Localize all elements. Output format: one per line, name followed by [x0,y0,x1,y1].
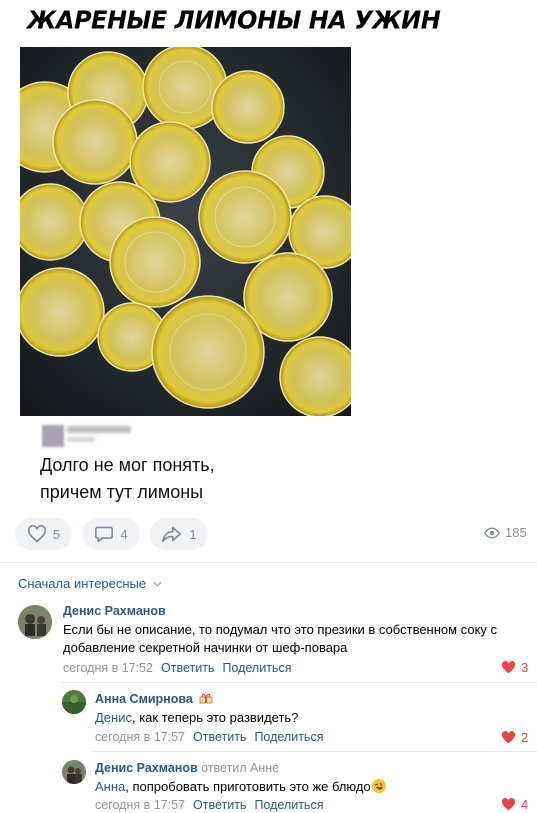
rofl-emoji-face [374,782,383,790]
comment-text: Анна, попробовать приготовить это же блю… [95,778,386,796]
comment-author[interactable]: Денис Рахманов [63,604,166,618]
lemon-slices-illustration [20,47,351,416]
comments-sort-label: Сначала интересные [18,576,147,591]
comments-sort-dropdown[interactable]: Сначала интересные [18,576,162,591]
caption-name-blurred [67,426,131,433]
caption-subtitle-blurred [67,437,95,442]
comment-mention[interactable]: Анна [95,779,125,794]
meme-caption-line-2: причем тут лимоны [40,482,204,502]
comment-button[interactable]: 4 [82,518,140,550]
comment-like-button[interactable]: 4 [501,797,528,812]
comment-text: Если бы не описание, то подумал что это … [63,622,498,655]
comment-meta: сегодня в 17:57 Ответить Поделиться [95,798,323,812]
comment-time[interactable]: сегодня в 17:52 [63,661,153,675]
comment-body: , как теперь это развидеть? [131,710,299,725]
share-link[interactable]: Поделиться [222,661,291,675]
comment-text: Денис, как теперь это развидеть? [95,709,298,727]
liked-heart-icon [501,661,516,674]
reply-link[interactable]: Ответить [161,661,214,675]
eye-icon [484,527,500,538]
comment-author-name: Денис Рахманов [95,761,198,775]
gift-icon [199,693,213,704]
share-count: 1 [189,526,197,542]
comment-avatar[interactable] [62,690,86,714]
comment-avatar[interactable] [18,605,52,639]
comment-author-name: Анна Смирнова [95,692,193,706]
liked-heart-icon [501,731,516,744]
comment-like-count: 4 [521,797,529,812]
comment-count: 4 [120,526,128,542]
avatar-photo [62,690,86,714]
comment-avatar[interactable] [62,760,86,784]
reply-link[interactable]: Ответить [193,798,246,812]
post-divider [0,562,537,563]
share-icon [162,526,182,543]
comment-meta: сегодня в 17:57 Ответить Поделиться [95,730,323,744]
meme-caption: Долго не мог понять, причем тут лимоны [40,452,215,506]
reply-link[interactable]: Ответить [193,730,246,744]
post-photo[interactable] [20,47,351,416]
comment-icon [95,526,114,543]
comment-author[interactable]: Анна Смирнова [95,692,213,706]
comment-mention[interactable]: Денис [95,710,132,725]
liked-heart-icon [501,798,516,811]
avatar-photo [62,760,86,784]
views-counter: 185 [484,525,527,540]
heart-icon [27,525,46,543]
like-button[interactable]: 5 [15,518,72,550]
comment-divider [61,682,537,683]
comment-like-button[interactable]: 2 [501,730,528,745]
share-link[interactable]: Поделиться [254,730,323,744]
comment-meta: сегодня в 17:52 Ответить Поделиться [63,661,291,675]
comment-like-count: 2 [521,730,529,745]
meme-title: ЖАРЕНЫЕ ЛИМОНЫ НА УЖИН [27,5,441,35]
emoji-icon [371,779,386,793]
share-link[interactable]: Поделиться [254,798,323,812]
chevron-down-icon [153,581,162,587]
avatar-photo [18,605,52,639]
views-count: 185 [505,525,527,540]
comment-divider [93,751,537,752]
comment-like-button[interactable]: 3 [501,660,528,675]
share-button[interactable]: 1 [150,518,208,550]
replied-to-label[interactable]: ответил Анне [201,761,279,775]
comment-time[interactable]: сегодня в 17:57 [95,730,185,744]
caption-avatar-blurred [42,425,64,447]
like-count: 5 [52,526,61,542]
comment-body: , попробовать приготовить это же блюдо [125,779,371,794]
comment-like-count: 3 [521,660,529,675]
comment-author[interactable]: Денис Рахманов ответил Анне [95,761,279,775]
comment-time[interactable]: сегодня в 17:57 [95,798,185,812]
meme-caption-line-1: Долго не мог понять, [40,455,215,475]
